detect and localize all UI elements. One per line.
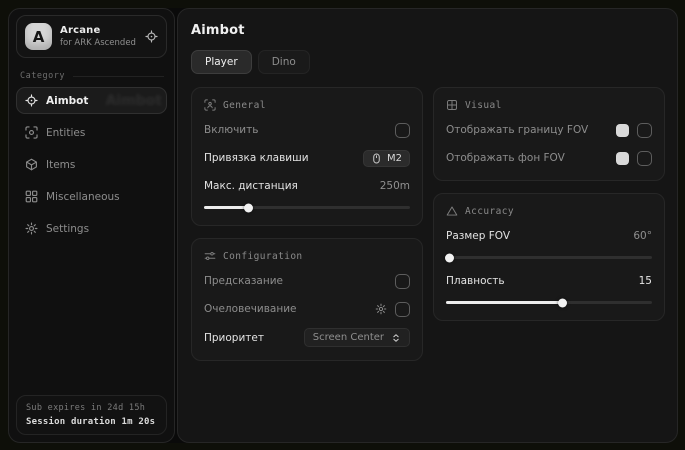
sidebar-item-miscellaneous[interactable]: Miscellaneous	[16, 183, 167, 210]
smoothness-value: 15	[639, 275, 652, 287]
app-logo: A	[25, 23, 52, 50]
fov-border-color-swatch[interactable]	[616, 124, 629, 137]
fov-background-checkbox[interactable]	[637, 151, 652, 166]
triangle-icon	[446, 205, 458, 217]
priority-value: Screen Center	[313, 332, 384, 343]
brand-subtitle: for ARK Ascended	[60, 38, 137, 48]
keybind-label: Привязка клавиши	[204, 152, 309, 164]
configuration-panel-header: Configuration	[204, 250, 410, 262]
max-distance-value: 250m	[380, 180, 410, 192]
sidebar-spacer	[9, 242, 174, 395]
enable-checkbox[interactable]	[395, 123, 410, 138]
target-icon	[204, 99, 216, 111]
fov-size-slider[interactable]	[446, 253, 652, 262]
panel-title: Accuracy	[465, 206, 514, 217]
sidebar-item-label: Entities	[46, 127, 85, 139]
scan-icon	[25, 126, 38, 139]
smoothness-slider[interactable]	[446, 298, 652, 307]
chevrons-up-down-icon	[391, 333, 401, 343]
fov-border-checkbox[interactable]	[637, 123, 652, 138]
visual-panel-header: Visual	[446, 99, 652, 111]
fov-size-value: 60°	[633, 230, 652, 242]
fov-border-row: Отображать границу FOV	[446, 121, 652, 139]
brand-card: A Arcane for ARK Ascended	[16, 15, 167, 58]
settings-grid: General Включить Привязка клавиши	[191, 87, 665, 361]
keybind-button[interactable]: M2	[363, 150, 410, 167]
enable-row: Включить	[204, 121, 410, 139]
aimbot-watermark: Aimbot	[105, 93, 162, 109]
fov-background-row: Отображать фон FOV	[446, 149, 652, 167]
gear-icon[interactable]	[375, 303, 387, 315]
sidebar-item-aimbot[interactable]: Aimbot Aimbot	[16, 87, 167, 114]
divider	[73, 76, 164, 77]
session-duration: Session duration 1m 20s	[26, 417, 157, 427]
sidebar-item-settings[interactable]: Settings	[16, 215, 167, 242]
grid-icon	[25, 190, 38, 203]
accuracy-panel-header: Accuracy	[446, 205, 652, 217]
accuracy-panel: Accuracy Размер FOV 60°	[433, 193, 665, 321]
smoothness-label: Плавность	[446, 275, 505, 287]
panel-title: Configuration	[223, 251, 303, 262]
mouse-icon	[371, 153, 382, 164]
sidebar-item-label: Aimbot	[46, 95, 88, 107]
tab-dino[interactable]: Dino	[258, 50, 310, 74]
sidebar-item-entities[interactable]: Entities	[16, 119, 167, 146]
panel-title: Visual	[465, 100, 502, 111]
category-header: Category	[20, 71, 164, 81]
main-panel: Aimbot Player Dino	[177, 8, 678, 443]
slider-thumb[interactable]	[558, 298, 567, 307]
humanization-checkbox[interactable]	[395, 302, 410, 317]
max-distance-label: Макс. дистанция	[204, 180, 298, 192]
game-background: A Arcane for ARK Ascended Category	[0, 0, 685, 450]
fov-size-label: Размер FOV	[446, 230, 510, 242]
general-panel-header: General	[204, 99, 410, 111]
prediction-checkbox[interactable]	[395, 274, 410, 289]
smoothness-row: Плавность 15	[446, 272, 652, 290]
sidebar-nav: Aimbot Aimbot Entities	[9, 87, 174, 242]
fov-background-color-swatch[interactable]	[616, 152, 629, 165]
sidebar: A Arcane for ARK Ascended Category	[8, 8, 175, 443]
enable-label: Включить	[204, 124, 258, 136]
humanization-label: Очеловечивание	[204, 303, 297, 315]
keybind-value: M2	[387, 153, 402, 164]
priority-label: Приоритет	[204, 332, 264, 344]
crosshair-icon	[25, 94, 38, 107]
configuration-panel: Configuration Предсказание Очеловечивани…	[191, 238, 423, 361]
prediction-row: Предсказание	[204, 272, 410, 290]
cheat-window: A Arcane for ARK Ascended Category	[8, 8, 678, 443]
max-distance-row: Макс. дистанция 250m	[204, 177, 410, 195]
max-distance-slider[interactable]	[204, 203, 410, 212]
sidebar-item-label: Miscellaneous	[46, 191, 120, 203]
sidebar-item-items[interactable]: Items	[16, 151, 167, 178]
session-card: Sub expires in 24d 15h Session duration …	[16, 395, 167, 435]
panel-title: General	[223, 100, 266, 111]
page-title: Aimbot	[191, 23, 665, 38]
crosshair-icon[interactable]	[145, 30, 158, 43]
slider-thumb[interactable]	[244, 203, 253, 212]
humanization-row: Очеловечивание	[204, 300, 410, 318]
gear-icon	[25, 222, 38, 235]
sliders-icon	[204, 250, 216, 262]
priority-dropdown[interactable]: Screen Center	[304, 328, 410, 347]
subscription-expiry: Sub expires in 24d 15h	[26, 403, 157, 413]
fov-background-label: Отображать фон FOV	[446, 152, 565, 164]
tabs: Player Dino	[191, 50, 665, 74]
keybind-row: Привязка клавиши M2	[204, 149, 410, 167]
fov-size-row: Размер FOV 60°	[446, 227, 652, 245]
brand-title: Arcane	[60, 25, 137, 36]
priority-row: Приоритет Screen Center	[204, 328, 410, 347]
visual-panel: Visual Отображать границу FOV Отображать…	[433, 87, 665, 181]
sidebar-item-label: Settings	[46, 223, 89, 235]
prediction-label: Предсказание	[204, 275, 283, 287]
package-icon	[25, 158, 38, 171]
fov-border-label: Отображать границу FOV	[446, 124, 588, 136]
category-label: Category	[20, 71, 65, 81]
grid-window-icon	[446, 99, 458, 111]
general-panel: General Включить Привязка клавиши	[191, 87, 423, 226]
sidebar-item-label: Items	[46, 159, 75, 171]
tab-player[interactable]: Player	[191, 50, 252, 74]
slider-thumb[interactable]	[445, 253, 454, 262]
